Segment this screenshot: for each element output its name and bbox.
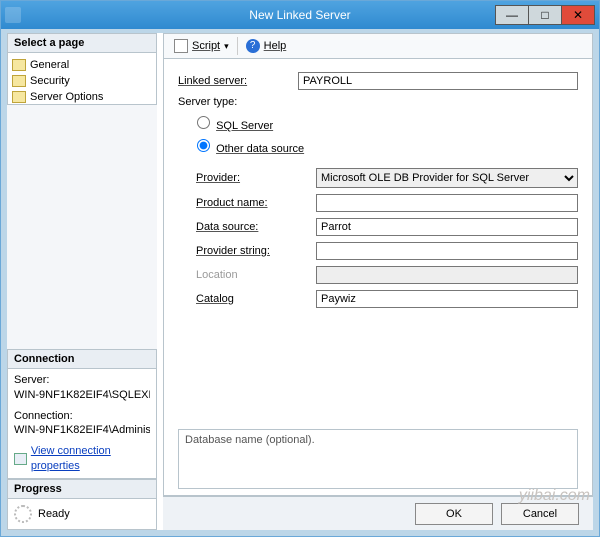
location-label: Location bbox=[196, 269, 316, 281]
minimize-button[interactable]: — bbox=[495, 5, 529, 25]
server-value: WIN-9NF1K82EIF4\SQLEXPRES bbox=[14, 388, 150, 403]
radio-other-source[interactable]: Other data source bbox=[192, 143, 304, 155]
product-name-label: Product name: bbox=[196, 197, 316, 209]
description-box: Database name (optional). bbox=[178, 429, 578, 489]
radio-sql-label: SQL Server bbox=[216, 120, 273, 132]
radio-other-input[interactable] bbox=[197, 139, 210, 152]
page-label: Security bbox=[30, 75, 70, 87]
linked-server-input[interactable] bbox=[298, 72, 578, 90]
properties-icon bbox=[14, 453, 27, 465]
help-label: Help bbox=[264, 40, 287, 52]
cancel-button[interactable]: Cancel bbox=[501, 503, 579, 525]
provider-label: Provider: bbox=[196, 172, 316, 184]
page-label: General bbox=[30, 59, 69, 71]
radio-other-label: Other data source bbox=[216, 143, 304, 155]
provider-select[interactable]: Microsoft OLE DB Provider for SQL Server bbox=[316, 168, 578, 188]
titlebar[interactable]: New Linked Server — □ ✕ bbox=[1, 1, 599, 29]
close-button[interactable]: ✕ bbox=[561, 5, 595, 25]
radio-sql-server[interactable]: SQL Server bbox=[192, 120, 273, 132]
help-icon: ? bbox=[246, 39, 260, 53]
catalog-input[interactable] bbox=[316, 290, 578, 308]
script-label: Script bbox=[192, 40, 220, 52]
page-list: General Security Server Options bbox=[7, 53, 157, 105]
data-source-input[interactable] bbox=[316, 218, 578, 236]
connection-value: WIN-9NF1K82EIF4\Administrator bbox=[14, 423, 150, 438]
server-label: Server: bbox=[14, 373, 150, 388]
provider-string-label: Provider string: bbox=[196, 245, 316, 257]
product-name-input[interactable] bbox=[316, 194, 578, 212]
progress-pane: Ready bbox=[7, 499, 157, 530]
data-source-label: Data source: bbox=[196, 221, 316, 233]
page-label: Server Options bbox=[30, 91, 103, 103]
page-general[interactable]: General bbox=[10, 57, 154, 73]
right-panel: Script ▾ ? Help Linked server: Server ty… bbox=[163, 33, 593, 530]
left-panel: Select a page General Security Server Op… bbox=[7, 33, 157, 530]
script-icon bbox=[174, 39, 188, 53]
radio-sql-server-input[interactable] bbox=[197, 116, 210, 129]
dialog-footer: OK Cancel bbox=[163, 496, 593, 530]
page-security[interactable]: Security bbox=[10, 73, 154, 89]
radio-sql-server-row: SQL Server bbox=[192, 113, 578, 132]
help-button[interactable]: ? Help bbox=[242, 38, 291, 54]
page-icon bbox=[12, 75, 26, 87]
catalog-label: Catalog bbox=[196, 293, 316, 305]
app-icon bbox=[5, 7, 21, 23]
page-icon bbox=[12, 91, 26, 103]
toolbar: Script ▾ ? Help bbox=[163, 33, 593, 59]
linked-server-label: Linked server: bbox=[178, 75, 298, 87]
provider-string-input[interactable] bbox=[316, 242, 578, 260]
location-input bbox=[316, 266, 578, 284]
script-button[interactable]: Script ▾ bbox=[170, 38, 233, 54]
page-server-options[interactable]: Server Options bbox=[10, 89, 154, 105]
progress-header: Progress bbox=[7, 479, 157, 499]
general-form: Linked server: Server type: SQL Server O… bbox=[163, 59, 593, 496]
linked-server-dialog: New Linked Server — □ ✕ Select a page Ge… bbox=[0, 0, 600, 537]
maximize-button[interactable]: □ bbox=[528, 5, 562, 25]
page-icon bbox=[12, 59, 26, 71]
select-page-header: Select a page bbox=[7, 33, 157, 53]
radio-other-row: Other data source bbox=[192, 136, 578, 155]
connection-header: Connection bbox=[7, 349, 157, 369]
ok-button[interactable]: OK bbox=[415, 503, 493, 525]
connection-label: Connection: bbox=[14, 409, 150, 424]
progress-spinner-icon bbox=[14, 505, 32, 523]
progress-state: Ready bbox=[38, 508, 70, 520]
chevron-down-icon: ▾ bbox=[224, 41, 229, 52]
server-type-label: Server type: bbox=[178, 96, 298, 108]
connection-pane: Server: WIN-9NF1K82EIF4\SQLEXPRES Connec… bbox=[7, 369, 157, 479]
view-connection-properties-link[interactable]: View connection properties bbox=[31, 444, 150, 474]
